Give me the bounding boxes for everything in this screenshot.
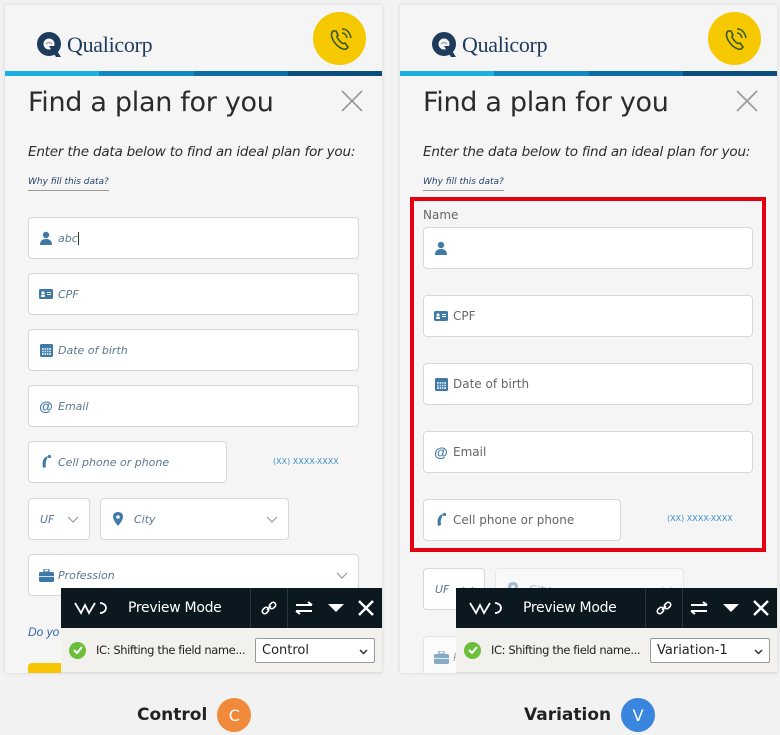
header-stripe	[5, 71, 382, 76]
phone-input[interactable]: Cell phone or phone	[28, 441, 227, 483]
map-pin-icon	[110, 511, 126, 527]
selected-variation: Control	[262, 642, 309, 658]
call-button[interactable]	[313, 12, 366, 65]
site-header: Qualicorp	[400, 5, 777, 71]
close-icon	[358, 600, 374, 616]
phone-call-icon	[725, 27, 747, 50]
link-icon	[261, 601, 277, 615]
close-icon[interactable]	[735, 89, 759, 113]
chevron-down-icon	[754, 648, 763, 655]
swap-arrows-icon	[295, 601, 313, 615]
control-caption: Control C	[137, 698, 252, 732]
close-preview-button[interactable]	[747, 588, 775, 628]
name-input[interactable]: abc	[28, 217, 359, 259]
vwo-logo-icon	[469, 602, 502, 615]
do-you-text: Do yo	[28, 625, 60, 639]
collapse-button[interactable]	[715, 588, 747, 628]
variation-screenshot: Qualicorp Find a plan for you Enter the …	[400, 5, 777, 673]
qualicorp-logo-icon	[37, 32, 61, 57]
variation-caption-label: Variation	[524, 705, 612, 725]
chevron-down-icon	[67, 516, 79, 523]
variation-badge: V	[621, 698, 656, 732]
uf-placeholder: UF	[40, 512, 55, 526]
page-title: Find a plan for you	[28, 87, 274, 118]
date-of-birth-input[interactable]: Date of birth	[28, 329, 359, 371]
briefcase-icon	[433, 649, 449, 665]
variation-caption: Variation V	[524, 698, 656, 732]
vwo-logo-icon	[74, 602, 107, 615]
at-icon: @	[39, 398, 53, 414]
check-circle-icon	[69, 641, 86, 659]
variation-highlight-frame	[410, 197, 766, 552]
city-select[interactable]: City	[100, 498, 289, 540]
form-subtitle: Enter the data below to find an ideal pl…	[28, 144, 356, 160]
city-placeholder: City	[134, 512, 156, 526]
copy-link-button[interactable]	[251, 588, 287, 628]
qualicorp-logo[interactable]: Qualicorp	[431, 31, 548, 59]
preview-mode-title: Preview Mode	[128, 600, 222, 616]
brand-name: Qualicorp	[67, 32, 153, 57]
close-icon	[753, 600, 769, 616]
caret-down-icon	[723, 604, 739, 612]
cpf-placeholder: CPF	[58, 287, 79, 301]
phone-icon	[38, 454, 54, 470]
cpf-input[interactable]: CPF	[28, 273, 359, 315]
link-icon	[656, 601, 672, 615]
control-caption-label: Control	[137, 705, 208, 725]
close-preview-button[interactable]	[352, 588, 380, 628]
email-placeholder: Email	[58, 399, 89, 413]
uf-select[interactable]: UF	[28, 498, 90, 540]
vwo-preview-bar: Preview Mode IC: Shifting the field name…	[61, 588, 382, 673]
preview-mode-title: Preview Mode	[523, 600, 617, 616]
form-subtitle: Enter the data below to find an ideal pl…	[423, 144, 751, 160]
chevron-down-icon	[336, 572, 348, 579]
switch-button[interactable]	[683, 588, 715, 628]
copy-link-button[interactable]	[646, 588, 682, 628]
phone-placeholder: Cell phone or phone	[58, 455, 170, 469]
control-badge: C	[217, 698, 252, 732]
text-caret	[77, 231, 79, 245]
chevron-down-icon	[266, 516, 278, 523]
site-header: Qualicorp	[5, 5, 382, 71]
profession-placeholder: Profession	[58, 568, 115, 582]
switch-button[interactable]	[288, 588, 320, 628]
user-icon	[38, 230, 54, 246]
swap-arrows-icon	[690, 601, 708, 615]
caret-down-icon	[328, 604, 344, 612]
qualicorp-logo[interactable]: Qualicorp	[36, 31, 153, 59]
name-value: abc	[58, 231, 78, 245]
uf-placeholder: UF	[435, 582, 450, 596]
control-screenshot: Qualicorp Find a plan for you Enter the …	[5, 5, 382, 673]
calendar-icon	[38, 342, 54, 358]
dob-placeholder: Date of birth	[58, 343, 128, 357]
campaign-name: IC: Shifting the field name...	[491, 643, 641, 657]
email-input[interactable]: @ Email	[28, 385, 359, 427]
why-fill-link[interactable]: Why fill this data?	[28, 177, 109, 191]
call-button[interactable]	[708, 12, 761, 65]
id-card-icon	[38, 286, 54, 302]
phone-format-hint: (XX) XXXX-XXXX	[273, 457, 339, 466]
chevron-down-icon	[359, 648, 368, 655]
variation-select[interactable]: Control	[255, 637, 375, 663]
campaign-name: IC: Shifting the field name...	[96, 643, 246, 657]
briefcase-icon	[38, 567, 54, 583]
brand-name: Qualicorp	[462, 32, 548, 57]
selected-variation: Variation-1	[657, 642, 728, 658]
vwo-preview-bar: Preview Mode IC: Shifting the field name…	[456, 588, 777, 673]
phone-call-icon	[330, 27, 352, 50]
close-icon[interactable]	[340, 89, 364, 113]
page-title: Find a plan for you	[423, 87, 669, 118]
check-circle-icon	[464, 641, 481, 659]
qualicorp-logo-icon	[432, 32, 456, 57]
collapse-button[interactable]	[320, 588, 352, 628]
variation-select[interactable]: Variation-1	[650, 637, 770, 663]
header-stripe	[400, 71, 777, 76]
why-fill-link[interactable]: Why fill this data?	[423, 177, 504, 191]
